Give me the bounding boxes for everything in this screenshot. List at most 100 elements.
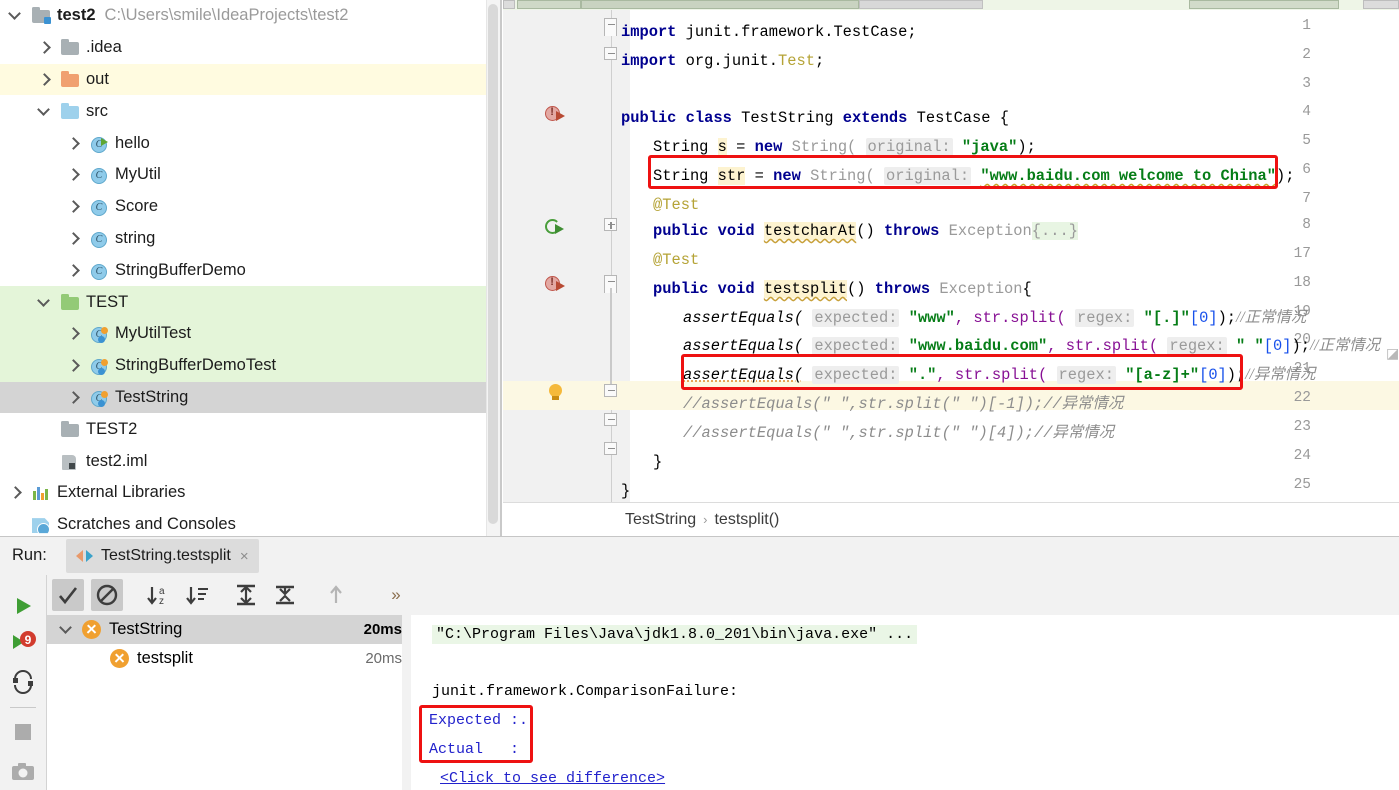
code-line-23[interactable]: //assertEquals(" ",str.split(" ")[4]);//…: [683, 419, 1114, 448]
screenshot-icon[interactable]: [8, 757, 38, 787]
chevron-right-icon[interactable]: [66, 390, 81, 405]
chevron-right-icon[interactable]: [66, 167, 81, 182]
project-tree-item-test2[interactable]: TEST2: [0, 413, 502, 445]
test-console-output[interactable]: "C:\Program Files\Java\jdk1.8.0_201\bin\…: [411, 615, 1399, 790]
rerun-automatically-icon[interactable]: [8, 667, 38, 697]
more-toolbar-actions-button[interactable]: »: [380, 579, 412, 611]
project-tree-item-teststring[interactable]: C TestString: [0, 381, 502, 414]
code-line-8[interactable]: public void testcharAt() throws Exceptio…: [653, 217, 1078, 246]
fold-marker-testsplit[interactable]: [604, 275, 619, 293]
chevron-right-icon[interactable]: [66, 326, 81, 341]
sort-by-duration-button[interactable]: [181, 579, 213, 611]
code-line-2[interactable]: import org.junit.Test;: [621, 47, 824, 76]
gutter-error-run-icon-class[interactable]: [545, 104, 569, 128]
chevron-right-icon[interactable]: [8, 485, 23, 500]
fold-marker-class-end[interactable]: [604, 442, 619, 457]
chevron-right-icon[interactable]: [66, 199, 81, 214]
code-line-20[interactable]: assertEquals( expected: "www.baidu.com",…: [683, 332, 1380, 361]
project-tree-item--idea[interactable]: .idea: [0, 32, 502, 64]
expand-all-button[interactable]: [230, 579, 262, 611]
project-tree-panel[interactable]: test2 C:\Users\smile\IdeaProjects\test2 .i…: [0, 0, 502, 536]
rerun-failed-tests-icon[interactable]: 9: [8, 627, 38, 657]
project-tree-item-score[interactable]: C Score: [0, 191, 502, 223]
project-tree-item-src[interactable]: src: [0, 95, 502, 127]
gutter-error-run-icon-testsplit[interactable]: [545, 274, 569, 298]
chevron-down-icon[interactable]: [37, 104, 52, 119]
close-icon[interactable]: ×: [240, 548, 249, 565]
code-line-18[interactable]: public void testsplit() throws Exception…: [653, 275, 1032, 304]
exception-type: Exception: [948, 222, 1032, 240]
panel-divider[interactable]: [500, 0, 502, 536]
test-tree-item-testsplit[interactable]: testsplit 20ms: [47, 644, 410, 673]
intention-bulb-icon[interactable]: [547, 384, 565, 402]
regex-value: " ": [1236, 337, 1264, 355]
folded-body-placeholder[interactable]: {...}: [1031, 222, 1078, 240]
test-tree-scrollbar[interactable]: [402, 615, 410, 790]
project-tree-item-myutil[interactable]: C MyUtil: [0, 159, 502, 191]
scratches-icon: [32, 516, 51, 534]
breadcrumb-method[interactable]: testsplit(): [707, 511, 786, 529]
editor-body[interactable]: 1 2 3 4 5 6 7 8 17 18 19 20 21 22 23 24 25: [503, 10, 1399, 502]
collapse-all-button[interactable]: [269, 579, 301, 611]
code-line-6[interactable]: String str = new String( original: "www.…: [653, 162, 1294, 191]
chevron-down-icon[interactable]: [37, 295, 52, 310]
breadcrumb[interactable]: TestString › testsplit(): [503, 502, 1399, 536]
code-line-1[interactable]: import junit.framework.TestCase;: [621, 18, 917, 47]
breadcrumb-class[interactable]: TestString: [618, 511, 703, 529]
project-tree-item-test2-iml[interactable]: test2.iml: [0, 445, 502, 477]
project-tree-item-scratches-and-consoles[interactable]: Scratches and Consoles: [0, 509, 502, 536]
project-tree-item-myutiltest[interactable]: C MyUtilTest: [0, 317, 502, 350]
code-line-5[interactable]: String s = new String( original: "java")…: [653, 133, 1036, 162]
fold-marker-import-1[interactable]: [604, 18, 619, 36]
run-icon[interactable]: [8, 591, 38, 621]
previous-failed-test-button[interactable]: [320, 579, 352, 611]
chevron-right-icon[interactable]: [37, 40, 52, 55]
project-tree-scrollbar-thumb[interactable]: [488, 4, 498, 524]
gutter-run-test-icon-testcharat[interactable]: [545, 217, 569, 241]
folder-orange-icon: [61, 70, 80, 88]
array-index: [0]: [1199, 366, 1227, 384]
project-tree-item-stringbufferdemo[interactable]: C StringBufferDemo: [0, 254, 502, 286]
editor-tab-strip: [503, 0, 1399, 10]
chevron-right-icon[interactable]: [66, 231, 81, 246]
keyword-extends: extends: [842, 109, 908, 127]
code-line-19[interactable]: assertEquals( expected: "www", str.split…: [683, 304, 1306, 333]
code-line-17[interactable]: @Test: [653, 246, 699, 275]
project-tree-item-stringbufferdemotest[interactable]: C StringBufferDemoTest: [0, 349, 502, 382]
project-tree-item-test[interactable]: TEST: [0, 286, 502, 318]
test-results-tree[interactable]: TestString 20ms testsplit 20ms: [47, 615, 410, 790]
chevron-right-icon[interactable]: [37, 72, 52, 87]
code-line-24[interactable]: }: [653, 448, 662, 477]
project-tree-item-out[interactable]: out: [0, 63, 502, 96]
keyword-class: class: [685, 109, 732, 127]
code-line-22[interactable]: //assertEquals(" ",str.split(" ")[-1]);/…: [683, 390, 1123, 419]
project-tree-item-test2[interactable]: test2 C:\Users\smile\IdeaProjects\test2: [0, 0, 502, 32]
code-line-7[interactable]: @Test: [653, 191, 699, 220]
chevron-right-icon[interactable]: [66, 358, 81, 373]
fold-marker-inner[interactable]: [604, 384, 619, 399]
code-editor[interactable]: 1 2 3 4 5 6 7 8 17 18 19 20 21 22 23 24 25: [503, 0, 1399, 536]
show-ignored-toggle[interactable]: [91, 579, 123, 611]
chevron-right-icon[interactable]: [66, 136, 81, 151]
click-to-see-difference-link[interactable]: <Click to see difference>: [440, 770, 665, 787]
code-line-4[interactable]: public class TestString extends TestCase…: [621, 104, 1009, 133]
chevron-down-icon[interactable]: [59, 622, 74, 637]
rail-divider: [10, 707, 36, 708]
project-tree-item-string[interactable]: Cstring: [0, 223, 502, 255]
project-tree-item-hello[interactable]: Chello: [0, 127, 502, 159]
fold-marker-method-end[interactable]: [604, 413, 619, 428]
editor-marker-icon[interactable]: ◪: [1386, 345, 1399, 361]
stop-icon[interactable]: [8, 717, 38, 747]
chevron-down-icon[interactable]: [8, 8, 23, 23]
test-duration-label: 20ms: [363, 621, 402, 638]
fold-marker-testcharat[interactable]: [604, 218, 619, 233]
project-tree-item-external-libraries[interactable]: External Libraries: [0, 477, 502, 509]
sort-alphabetically-button[interactable]: a z: [142, 579, 174, 611]
fold-marker-import-2[interactable]: [604, 47, 619, 62]
test-tree-item-teststring[interactable]: TestString 20ms: [47, 615, 410, 644]
show-passed-toggle[interactable]: [52, 579, 84, 611]
java-class-runnable-icon: C: [90, 135, 109, 153]
chevron-right-icon[interactable]: [66, 263, 81, 278]
code-line-21[interactable]: assertEquals( expected: ".", str.split( …: [683, 361, 1315, 390]
run-configuration-tab[interactable]: TestString.testsplit ×: [66, 539, 259, 573]
